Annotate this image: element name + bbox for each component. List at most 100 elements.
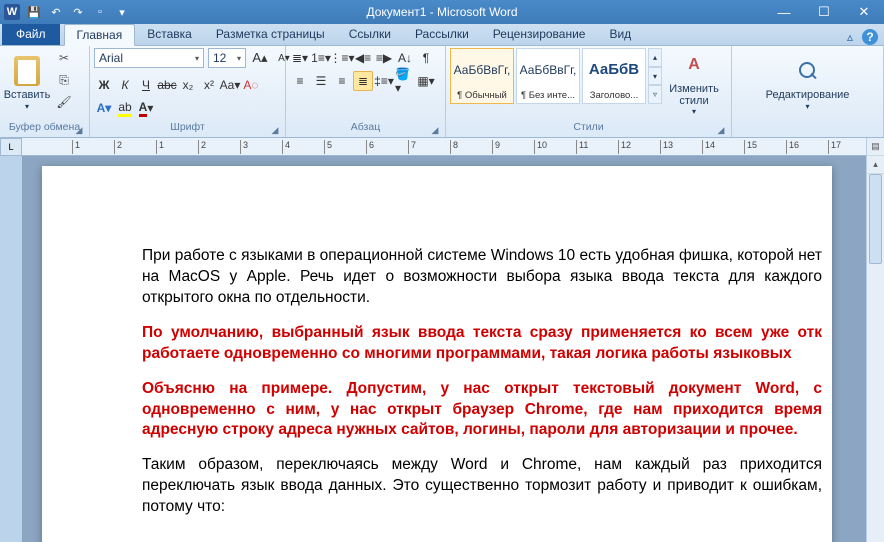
title-bar: W 💾 ↶ ↷ ▫ ▾ Документ1 - Microsoft Word —…	[0, 0, 884, 24]
change-styles-label: Изменить стили	[668, 83, 720, 107]
styles-scroller: ▴ ▾ ▿	[648, 48, 662, 104]
qat-dropdown-icon[interactable]: ▾	[114, 4, 130, 20]
bullets-icon[interactable]: ≣▾	[290, 48, 310, 68]
clear-formatting-icon[interactable]: A◌	[241, 75, 261, 95]
group-label-styles: Стили◢	[450, 121, 727, 137]
paragraph-launcher-icon[interactable]: ◢	[429, 124, 441, 136]
tab-mailings[interactable]: Рассылки	[403, 23, 481, 45]
work-area: L 12 12 34 56 78 910 1112 1314 1516 17 П…	[0, 138, 884, 542]
tab-view[interactable]: Вид	[597, 23, 643, 45]
group-label-font: Шрифт◢	[94, 121, 281, 137]
qat-undo-icon[interactable]: ↶	[48, 4, 64, 20]
maximize-button[interactable]: ☐	[804, 0, 844, 24]
group-label-paragraph: Абзац◢	[290, 121, 441, 137]
ruler-toggle-icon[interactable]: ▤	[867, 138, 884, 156]
help-icon[interactable]: ?	[862, 29, 878, 45]
tab-home[interactable]: Главная	[64, 24, 136, 46]
increase-indent-icon[interactable]: ≡▶	[374, 48, 394, 68]
tab-references[interactable]: Ссылки	[337, 23, 403, 45]
format-painter-icon[interactable]: 🖌	[54, 92, 74, 112]
change-case-button[interactable]: Aa▾	[220, 75, 240, 95]
scrollbar-thumb[interactable]	[869, 174, 882, 264]
group-paragraph: ≣▾ 1≡▾ ⋮≡▾ ◀≡ ≡▶ A↓ ¶ ≡ ☰ ≡ ≣ ‡≡▾ 🪣▾ ▦▾ …	[286, 46, 446, 137]
editing-button[interactable]: Редактирование ▾	[765, 48, 851, 118]
qat-new-icon[interactable]: ▫	[92, 4, 108, 20]
align-left-icon[interactable]: ≡	[290, 71, 310, 91]
paragraph-4[interactable]: Таким образом, переключаясь между Word и…	[142, 455, 822, 518]
document-body[interactable]: При работе с языками в операционной сист…	[142, 246, 822, 518]
paste-button[interactable]: Вставить ▾	[4, 48, 50, 118]
justify-icon[interactable]: ≣	[353, 71, 373, 91]
minimize-button[interactable]: —	[764, 0, 804, 24]
numbering-icon[interactable]: 1≡▾	[311, 48, 331, 68]
group-clipboard: Вставить ▾ ✂ ⎘ 🖌 Буфер обмена◢	[0, 46, 90, 137]
editing-label: Редактирование	[766, 89, 850, 101]
group-label-editing	[736, 121, 879, 137]
sort-icon[interactable]: A↓	[395, 48, 415, 68]
change-styles-icon: A	[678, 50, 710, 81]
paste-label: Вставить	[4, 89, 51, 101]
paragraph-2[interactable]: По умолчанию, выбранный язык ввода текст…	[142, 323, 822, 365]
text-effects-icon[interactable]: A▾	[94, 98, 114, 118]
grow-font-icon[interactable]: A▴	[250, 48, 270, 68]
align-right-icon[interactable]: ≡	[332, 71, 352, 91]
styles-scroll-down-icon[interactable]: ▾	[648, 67, 662, 86]
window-controls: — ☐ ✕	[764, 0, 884, 24]
styles-scroll-up-icon[interactable]: ▴	[648, 48, 662, 67]
font-color-icon[interactable]: A▾	[136, 98, 156, 118]
close-button[interactable]: ✕	[844, 0, 884, 24]
borders-icon[interactable]: ▦▾	[416, 71, 436, 91]
strikethrough-button[interactable]: abc	[157, 75, 177, 95]
font-name-combo[interactable]: Arial▾	[94, 48, 204, 68]
highlight-color-icon[interactable]: ab	[115, 98, 135, 118]
styles-launcher-icon[interactable]: ◢	[715, 124, 727, 136]
paragraph-3[interactable]: Объясню на примере. Допустим, у нас откр…	[142, 379, 822, 442]
find-icon	[792, 55, 824, 87]
style-normal[interactable]: АаБбВвГг, ¶ Обычный	[450, 48, 514, 104]
qat-save-icon[interactable]: 💾	[26, 4, 42, 20]
font-size-combo[interactable]: 12▾	[208, 48, 246, 68]
cut-icon[interactable]: ✂	[54, 48, 74, 68]
font-launcher-icon[interactable]: ◢	[269, 124, 281, 136]
group-styles: АаБбВвГг, ¶ Обычный АаБбВвГг, ¶ Без инте…	[446, 46, 732, 137]
qat-redo-icon[interactable]: ↷	[70, 4, 86, 20]
tab-page-layout[interactable]: Разметка страницы	[204, 23, 337, 45]
bold-button[interactable]: Ж	[94, 75, 114, 95]
italic-button[interactable]: К	[115, 75, 135, 95]
scrollbar-track[interactable]	[867, 174, 884, 542]
tab-insert[interactable]: Вставка	[135, 23, 204, 45]
word-app-icon[interactable]: W	[4, 4, 20, 20]
document-viewport[interactable]: При работе с языками в операционной сист…	[22, 156, 866, 542]
horizontal-ruler[interactable]: 12 12 34 56 78 910 1112 1314 1516 17	[22, 138, 866, 156]
tab-selector-button[interactable]: L	[0, 138, 22, 156]
file-tab[interactable]: Файл	[2, 23, 60, 45]
multilevel-list-icon[interactable]: ⋮≡▾	[332, 48, 352, 68]
shading-icon[interactable]: 🪣▾	[395, 71, 415, 91]
group-font: Arial▾ 12▾ A▴ A▾ Ж К Ч abc x₂ x² Aa▾ A◌ …	[90, 46, 286, 137]
subscript-button[interactable]: x₂	[178, 75, 198, 95]
quick-access-toolbar: W 💾 ↶ ↷ ▫ ▾	[0, 4, 130, 20]
vertical-scrollbar[interactable]: ▤ ▴	[866, 138, 884, 542]
show-marks-icon[interactable]: ¶	[416, 48, 436, 68]
styles-expand-icon[interactable]: ▿	[648, 85, 662, 104]
align-center-icon[interactable]: ☰	[311, 71, 331, 91]
tab-review[interactable]: Рецензирование	[481, 23, 598, 45]
decrease-indent-icon[interactable]: ◀≡	[353, 48, 373, 68]
document-page[interactable]: При работе с языками в операционной сист…	[42, 166, 832, 542]
style-no-spacing[interactable]: АаБбВвГг, ¶ Без инте...	[516, 48, 580, 104]
copy-icon[interactable]: ⎘	[54, 70, 74, 90]
minimize-ribbon-icon[interactable]: ▵	[842, 29, 858, 45]
scroll-up-icon[interactable]: ▴	[867, 156, 884, 174]
change-styles-button[interactable]: A Изменить стили ▾	[666, 48, 722, 118]
style-heading1[interactable]: АаБбВ Заголово...	[582, 48, 646, 104]
ribbon: Вставить ▾ ✂ ⎘ 🖌 Буфер обмена◢ Arial▾ 12…	[0, 46, 884, 138]
group-label-clipboard: Буфер обмена◢	[4, 121, 85, 137]
underline-button[interactable]: Ч	[136, 75, 156, 95]
group-editing: Редактирование ▾	[732, 46, 884, 137]
window-title: Документ1 - Microsoft Word	[366, 5, 517, 19]
ribbon-tabs: Файл Главная Вставка Разметка страницы С…	[0, 24, 884, 46]
paragraph-1[interactable]: При работе с языками в операционной сист…	[142, 246, 822, 309]
superscript-button[interactable]: x²	[199, 75, 219, 95]
clipboard-launcher-icon[interactable]: ◢	[73, 124, 85, 136]
line-spacing-icon[interactable]: ‡≡▾	[374, 71, 394, 91]
